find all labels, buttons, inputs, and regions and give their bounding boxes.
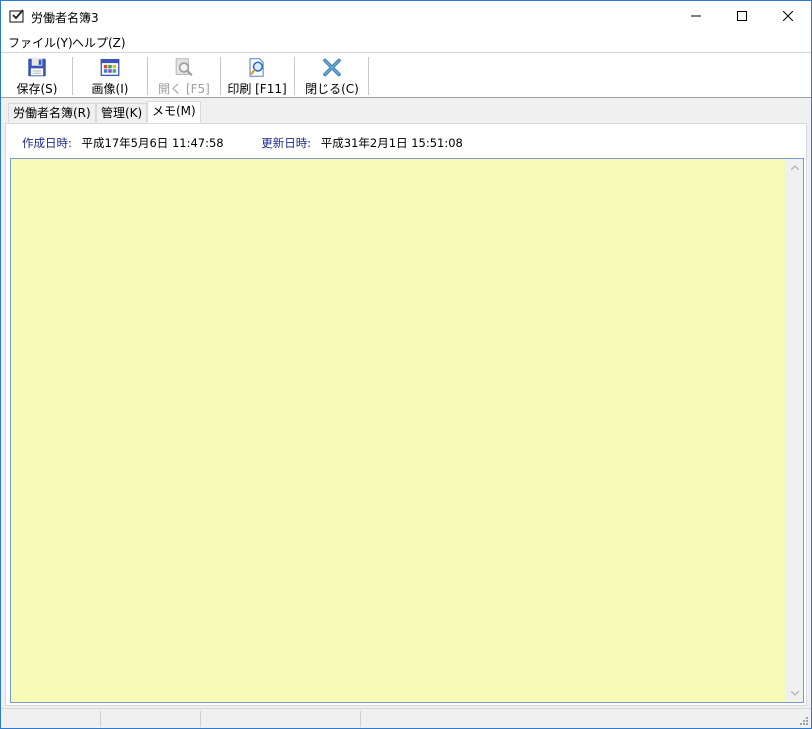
toolbar-separator bbox=[220, 57, 221, 95]
close-icon bbox=[783, 11, 793, 21]
created-label: 作成日時: bbox=[22, 136, 72, 150]
status-pane-1 bbox=[1, 711, 101, 727]
chevron-down-icon bbox=[790, 691, 799, 696]
memo-textarea[interactable] bbox=[15, 162, 783, 700]
chevron-up-icon bbox=[790, 165, 799, 170]
app-window: 労働者名簿3 ファイル(Y) ヘルプ(Z) 保存(S) 画像(I) 開く [F5… bbox=[0, 0, 812, 729]
scroll-up-button[interactable] bbox=[786, 159, 803, 176]
title-bar[interactable]: 労働者名簿3 bbox=[1, 1, 811, 31]
tab-memo[interactable]: メモ(M) bbox=[147, 101, 201, 123]
tab-strip: 労働者名簿(R) 管理(K) メモ(M) bbox=[1, 98, 811, 124]
status-bar bbox=[1, 708, 811, 728]
timestamp-row: 作成日時: 平成17年5月6日 11:47:58 更新日時: 平成31年2月1日… bbox=[22, 135, 463, 151]
memo-scrollbar[interactable] bbox=[786, 159, 803, 702]
toolbar-separator bbox=[368, 57, 369, 95]
image-button[interactable]: 画像(I) bbox=[85, 55, 135, 97]
toolbar-separator bbox=[294, 57, 295, 95]
status-pane-3 bbox=[201, 711, 361, 727]
scroll-down-button[interactable] bbox=[786, 685, 803, 702]
close-button[interactable]: 閉じる(C) bbox=[303, 55, 361, 97]
print-preview-icon bbox=[249, 58, 264, 77]
status-pane-2 bbox=[101, 711, 201, 727]
menu-bar: ファイル(Y) ヘルプ(Z) bbox=[1, 31, 811, 52]
print-label: 印刷 [F11] bbox=[227, 82, 287, 96]
minimize-button[interactable] bbox=[673, 1, 719, 31]
app-icon bbox=[9, 8, 25, 24]
toolbar-separator bbox=[72, 57, 73, 95]
toolbar: 保存(S) 画像(I) 開く [F5] 印刷 [F11] 閉じる(C) bbox=[1, 52, 811, 98]
updated-value: 平成31年2月1日 15:51:08 bbox=[320, 136, 463, 150]
open-button[interactable]: 開く [F5] bbox=[157, 55, 211, 97]
close-label: 閉じる(C) bbox=[305, 82, 359, 96]
save-button[interactable]: 保存(S) bbox=[11, 55, 63, 97]
toolbar-separator bbox=[147, 57, 148, 95]
menu-file[interactable]: ファイル(Y) bbox=[8, 34, 73, 51]
floppy-disk-icon bbox=[28, 58, 46, 77]
save-label: 保存(S) bbox=[16, 82, 58, 96]
maximize-icon bbox=[737, 11, 747, 21]
memo-area bbox=[10, 158, 804, 703]
image-label: 画像(I) bbox=[91, 82, 129, 96]
close-x-icon bbox=[323, 58, 341, 77]
menu-help[interactable]: ヘルプ(Z) bbox=[72, 34, 126, 51]
window-title: 労働者名簿3 bbox=[31, 11, 99, 25]
open-label: 開く [F5] bbox=[158, 82, 210, 96]
tab-management[interactable]: 管理(K) bbox=[96, 103, 148, 122]
memo-panel: 作成日時: 平成17年5月6日 11:47:58 更新日時: 平成31年2月1日… bbox=[5, 123, 807, 706]
created-value: 平成17年5月6日 11:47:58 bbox=[81, 136, 224, 150]
print-button[interactable]: 印刷 [F11] bbox=[227, 55, 287, 97]
minimize-icon bbox=[691, 15, 701, 17]
magnifier-disabled-icon bbox=[175, 58, 193, 77]
image-grid-icon bbox=[100, 58, 120, 77]
tab-worker-register[interactable]: 労働者名簿(R) bbox=[8, 103, 96, 122]
resize-grip-icon[interactable] bbox=[797, 714, 809, 726]
maximize-button[interactable] bbox=[719, 1, 765, 31]
close-window-button[interactable] bbox=[765, 1, 811, 31]
updated-label: 更新日時: bbox=[261, 136, 312, 150]
